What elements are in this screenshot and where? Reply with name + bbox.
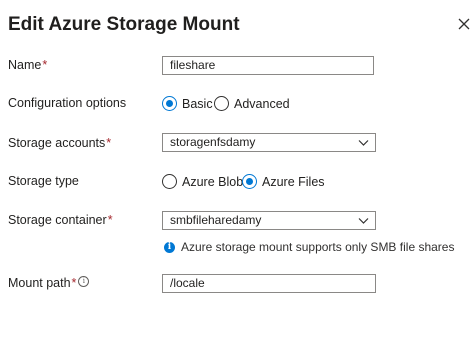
mount-path-input[interactable]: /locale: [162, 274, 376, 293]
radio-azure-blob[interactable]: Azure Blob: [162, 174, 243, 189]
storage-container-label: Storage container*: [8, 213, 113, 227]
radio-azure-files-circle[interactable]: [242, 174, 257, 189]
storage-container-dropdown[interactable]: smbfileharedamy: [162, 211, 376, 230]
name-input[interactable]: fileshare: [162, 56, 374, 75]
radio-azure-blob-circle[interactable]: [162, 174, 177, 189]
chevron-down-icon: [358, 140, 369, 146]
radio-advanced-circle[interactable]: [214, 96, 229, 111]
radio-basic[interactable]: Basic: [162, 96, 213, 111]
storage-accounts-dropdown[interactable]: storagenfsdamy: [162, 133, 376, 152]
required-mark: *: [107, 213, 113, 227]
required-mark: *: [71, 276, 77, 290]
radio-azure-files[interactable]: Azure Files: [242, 174, 325, 189]
required-mark: *: [106, 136, 112, 150]
info-tooltip-icon[interactable]: i: [78, 276, 90, 287]
storage-accounts-label: Storage accounts*: [8, 136, 112, 150]
mount-path-label: Mount path* i: [8, 276, 90, 290]
info-icon: i: [164, 241, 175, 253]
storage-accounts-value: storagenfsdamy: [170, 135, 256, 149]
storage-container-info: i Azure storage mount supports only SMB …: [164, 240, 454, 254]
required-mark: *: [42, 58, 48, 72]
configuration-options-label: Configuration options: [8, 96, 127, 110]
close-icon[interactable]: [456, 16, 472, 32]
chevron-down-icon: [358, 218, 369, 224]
radio-basic-circle[interactable]: [162, 96, 177, 111]
radio-advanced[interactable]: Advanced: [214, 96, 290, 111]
info-text: Azure storage mount supports only SMB fi…: [181, 240, 455, 254]
storage-container-value: smbfileharedamy: [170, 213, 262, 227]
dialog-title: Edit Azure Storage Mount: [8, 14, 240, 35]
name-label: Name*: [8, 58, 48, 72]
storage-type-label: Storage type: [8, 174, 79, 188]
